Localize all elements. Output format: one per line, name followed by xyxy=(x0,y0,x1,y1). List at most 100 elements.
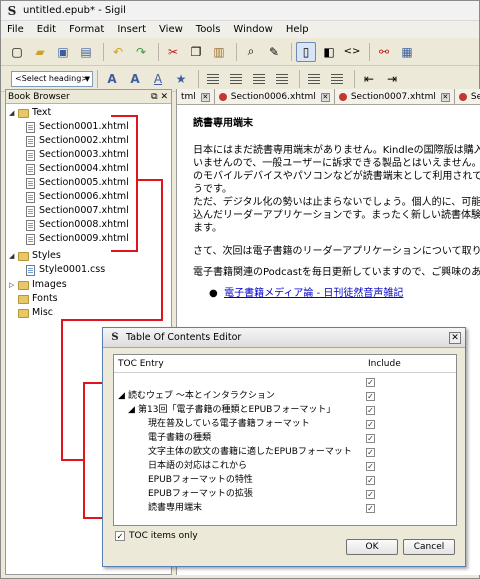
tab-section0007[interactable]: Section0007.xhtml ✕ xyxy=(334,89,455,104)
toc-row[interactable]: 現在普及している電子書籍フォーマット ✓ xyxy=(114,418,456,431)
include-checkbox[interactable]: ✓ xyxy=(366,420,375,429)
toc-row-blank: ✓ xyxy=(114,376,456,389)
menu-window[interactable]: Window xyxy=(233,24,272,35)
open-folder-icon[interactable]: ▰ xyxy=(30,42,50,62)
spellcheck-icon[interactable]: ✎ xyxy=(264,42,284,62)
tree-file[interactable]: Section0009.xhtml xyxy=(26,232,129,246)
cancel-button[interactable]: Cancel xyxy=(403,539,455,555)
paragraph: 電子書籍関連のPodcastを毎日更新していますので、ご興味のあ xyxy=(193,267,480,278)
toolbar-separator xyxy=(299,69,300,88)
tree-file[interactable]: Section0006.xhtml xyxy=(26,190,129,204)
align-center-icon[interactable] xyxy=(226,69,246,89)
tree-file[interactable]: Section0008.xhtml xyxy=(26,218,129,232)
text-effect-icon[interactable]: ★ xyxy=(171,69,191,89)
collapse-icon[interactable]: ◢ xyxy=(118,390,125,403)
save-as-icon[interactable]: ▤ xyxy=(76,42,96,62)
tree-folder-text[interactable]: ◢ Text xyxy=(9,106,51,120)
close-icon[interactable]: ✕ xyxy=(320,92,330,102)
toc-row[interactable]: ◢ 読むウェブ 〜本とインタラクション ✓ xyxy=(114,390,456,403)
toc-row[interactable]: 日本語の対応はこれから ✓ xyxy=(114,460,456,473)
menu-format[interactable]: Format xyxy=(69,24,104,35)
toc-only-option[interactable]: ✓ TOC items only xyxy=(115,531,198,541)
save-icon[interactable]: ▣ xyxy=(53,42,73,62)
podcast-link[interactable]: 電子書籍メディア論 - 日刊徒然音声雑記 xyxy=(224,288,403,299)
close-icon[interactable]: ✕ xyxy=(440,92,450,102)
tree-file[interactable]: Style0001.css xyxy=(26,263,105,277)
include-checkbox[interactable]: ✓ xyxy=(366,378,375,387)
tree-file[interactable]: Section0003.xhtml xyxy=(26,148,129,162)
menu-insert[interactable]: Insert xyxy=(117,24,146,35)
tree-file[interactable]: Section0007.xhtml xyxy=(26,204,129,218)
menu-view[interactable]: View xyxy=(159,24,183,35)
menu-help[interactable]: Help xyxy=(286,24,309,35)
tree-file[interactable]: Section0001.xhtml xyxy=(26,120,129,134)
paste-icon[interactable]: ▥ xyxy=(209,42,229,62)
new-file-icon[interactable]: ▢ xyxy=(7,42,27,62)
indent-icon[interactable]: ⇥ xyxy=(382,69,402,89)
caret-icon: ▷ xyxy=(9,281,15,289)
link-icon[interactable]: ⚯ xyxy=(374,42,394,62)
toc-row[interactable]: 文字主体の欧文の書籍に適したEPUBフォーマット ✓ xyxy=(114,446,456,459)
sigil-app-icon: S xyxy=(7,3,17,18)
cut-icon[interactable]: ✂ xyxy=(163,42,183,62)
find-icon[interactable]: ⌕ xyxy=(241,42,261,62)
book-view-content[interactable]: 読書専用端末 日本にはまだ読書専用端末がありません。Kindleの国際版は購入 … xyxy=(177,105,480,300)
tree-file[interactable]: Section0002.xhtml xyxy=(26,134,129,148)
close-panel-icon[interactable]: ✕ xyxy=(160,92,168,102)
include-checkbox[interactable]: ✓ xyxy=(366,504,375,513)
annotation-line xyxy=(61,319,163,321)
xhtml-file-icon xyxy=(26,233,35,245)
book-view-icon[interactable]: ▯ xyxy=(296,41,316,62)
include-checkbox[interactable]: ✓ xyxy=(366,476,375,485)
bullet-list-icon[interactable] xyxy=(304,69,324,89)
tab-section0005[interactable]: tml ✕ xyxy=(177,89,215,104)
redo-icon[interactable]: ↷ xyxy=(131,42,151,62)
tree-folder-fonts[interactable]: Fonts xyxy=(9,292,58,306)
image-icon[interactable]: ▦ xyxy=(397,42,417,62)
toc-entry-label: EPUBフォーマットの拡張 xyxy=(148,489,253,499)
copy-icon[interactable]: ❐ xyxy=(186,42,206,62)
justify-icon[interactable] xyxy=(272,69,292,89)
undo-icon[interactable]: ↶ xyxy=(108,42,128,62)
toc-row[interactable]: 電子書籍の種類 ✓ xyxy=(114,432,456,445)
file-icon xyxy=(218,93,227,101)
heading-style-icon[interactable]: A xyxy=(102,69,122,89)
close-icon[interactable]: ✕ xyxy=(449,332,461,344)
toc-row[interactable]: EPUBフォーマットの拡張 ✓ xyxy=(114,488,456,501)
underline-icon[interactable]: A xyxy=(148,69,168,89)
toc-entry-label: 第13回「電子書籍の種類とEPUBフォーマット」 xyxy=(138,405,336,415)
toc-only-checkbox[interactable]: ✓ xyxy=(115,531,125,541)
code-view-icon[interactable]: <> xyxy=(342,42,362,62)
include-checkbox[interactable]: ✓ xyxy=(366,434,375,443)
toc-row[interactable]: ◢ 第13回「電子書籍の種類とEPUBフォーマット」 ✓ xyxy=(114,404,456,417)
toolbar-separator xyxy=(369,42,370,61)
tab-section0008[interactable]: Sectio xyxy=(454,89,480,104)
align-left-icon[interactable] xyxy=(203,69,223,89)
tree-folder-misc[interactable]: Misc xyxy=(9,306,53,320)
menu-file[interactable]: File xyxy=(7,24,24,35)
collapse-icon[interactable]: ◢ xyxy=(128,404,135,417)
include-checkbox[interactable]: ✓ xyxy=(366,490,375,499)
float-panel-icon[interactable]: ⧉ xyxy=(151,92,157,102)
tree-file[interactable]: Section0004.xhtml xyxy=(26,162,129,176)
align-right-icon[interactable] xyxy=(249,69,269,89)
include-checkbox[interactable]: ✓ xyxy=(366,462,375,471)
tree-file[interactable]: Section0005.xhtml xyxy=(26,176,129,190)
split-view-icon[interactable]: ◧ xyxy=(319,42,339,62)
include-checkbox[interactable]: ✓ xyxy=(366,448,375,457)
menu-edit[interactable]: Edit xyxy=(37,24,56,35)
toc-row[interactable]: EPUBフォーマットの特性 ✓ xyxy=(114,474,456,487)
outdent-icon[interactable]: ⇤ xyxy=(359,69,379,89)
tree-folder-styles[interactable]: ◢ Styles xyxy=(9,249,61,263)
include-checkbox[interactable]: ✓ xyxy=(366,392,375,401)
include-checkbox[interactable]: ✓ xyxy=(366,406,375,415)
close-icon[interactable]: ✕ xyxy=(200,92,210,102)
bold-icon[interactable]: A xyxy=(125,69,145,89)
tab-section0006[interactable]: Section0006.xhtml ✕ xyxy=(214,89,335,104)
numbered-list-icon[interactable] xyxy=(327,69,347,89)
heading-select[interactable]: <Select heading> ▼ xyxy=(11,70,93,87)
ok-button[interactable]: OK xyxy=(346,539,398,555)
toc-row[interactable]: 読書専用端末 ✓ xyxy=(114,502,456,515)
menu-tools[interactable]: Tools xyxy=(196,24,221,35)
tree-folder-images[interactable]: ▷ Images xyxy=(9,278,67,292)
